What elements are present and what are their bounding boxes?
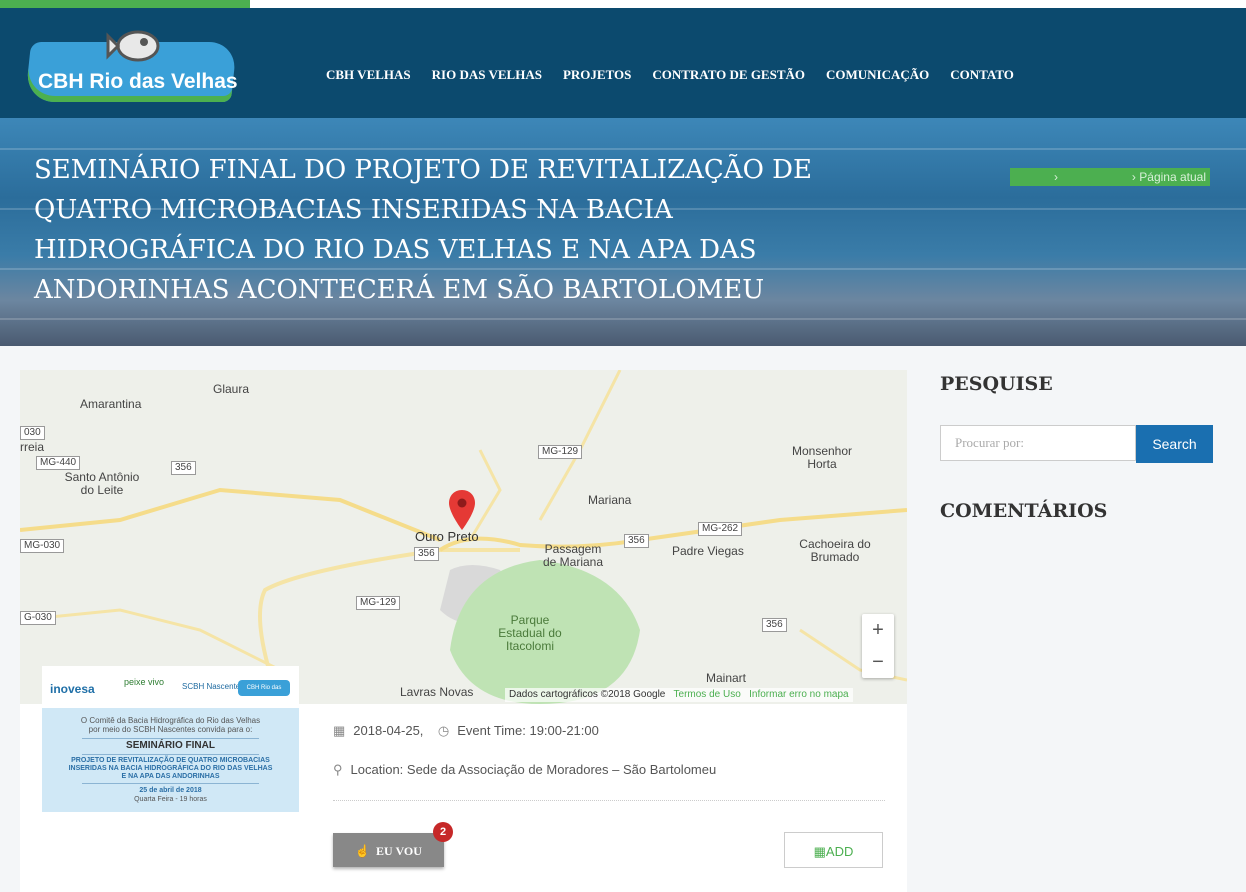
poster-divider <box>82 738 259 739</box>
event-date: 2018-04-25, <box>353 723 424 738</box>
event-map[interactable]: Glaura Amarantina Santo Antônio do Leite… <box>20 370 907 704</box>
attendee-count-badge: 2 <box>433 822 453 842</box>
nav-contato[interactable]: CONTATO <box>950 67 1014 83</box>
event-location-text: Location: Sede da Associação de Moradore… <box>350 762 717 777</box>
nav-contrato-de-gestao[interactable]: CONTRATO DE GESTÃO <box>652 67 805 83</box>
main-nav: CBH VELHAS RIO DAS VELHAS PROJETOS CONTR… <box>326 67 1035 83</box>
poster-headline: SEMINÁRIO FINAL <box>126 740 215 751</box>
road-label: MG-129 <box>356 596 401 610</box>
nav-cbh-velhas[interactable]: CBH VELHAS <box>326 67 411 83</box>
cbh-rio-das-velhas-logo: CBH Rio das Velhas <box>238 680 290 707</box>
poster-day: Quarta Feira - 19 horas <box>134 796 207 803</box>
event-divider <box>333 800 885 801</box>
inovesa-logo: inovesa <box>50 682 95 696</box>
breadcrumb: › › Página atual <box>1010 168 1210 186</box>
poster-intro: por meio do SCBH Nascentes convida para … <box>88 725 253 734</box>
map-place-label: Padre Viegas <box>672 544 744 558</box>
page-banner: SEMINÁRIO FINAL DO PROJETO DE REVITALIZA… <box>0 118 1246 346</box>
map-place-label: Parque Estadual do Itacolomi <box>498 613 562 653</box>
water-ripple <box>0 318 1246 320</box>
map-report-link[interactable]: Informar erro no mapa <box>749 689 849 700</box>
map-pin-icon[interactable] <box>449 490 475 530</box>
peixe-vivo-logo: peixe vivo <box>124 677 165 687</box>
poster-intro: O Comitê da Bacia Hidrográfica do Rio da… <box>80 716 261 725</box>
nav-projetos[interactable]: PROJETOS <box>563 67 631 83</box>
event-location: ⚲ Location: Sede da Associação de Morador… <box>333 762 716 778</box>
map-zoom-controls: + − <box>862 614 894 678</box>
road-label: MG-262 <box>698 522 743 536</box>
eu-vou-label: EU VOU <box>376 844 422 858</box>
map-terms-link[interactable]: Termos de Uso <box>674 689 741 700</box>
event-datetime: ▦ 2018-04-25, ◷ Event Time: 19:00-21:00 <box>333 723 599 739</box>
map-place-label: Passagem de Mariana <box>542 542 604 569</box>
poster-date: 25 de abril de 2018 <box>139 787 202 794</box>
map-place-label: Santo Antônio do Leite <box>64 470 140 497</box>
search-heading: PESQUISE <box>940 373 1053 395</box>
poster-project: E NA APA DAS ANDORINHAS <box>121 773 220 780</box>
top-accent-bar <box>0 0 250 8</box>
zoom-out-button[interactable]: − <box>862 646 894 678</box>
map-attribution-text: Dados cartográficos ©2018 Google <box>509 689 666 700</box>
map-attribution: Dados cartográficos ©2018 Google Termos … <box>505 688 853 702</box>
map-place-label: Mariana <box>588 493 632 507</box>
logo-text: CBH Rio das Velhas <box>38 70 238 93</box>
zoom-in-button[interactable]: + <box>862 614 894 646</box>
breadcrumb-current-label: Página atual <box>1139 170 1206 184</box>
road-label: MG-440 <box>36 456 81 470</box>
poster-divider <box>82 783 259 784</box>
road-label: 356 <box>171 461 196 475</box>
map-place-label: Cachoeira do Brumado <box>799 537 871 564</box>
event-time: Event Time: 19:00-21:00 <box>457 723 599 738</box>
add-label: ADD <box>825 844 854 859</box>
calendar-icon: ▦ <box>333 723 346 738</box>
road-label: 356 <box>414 547 439 561</box>
fish-logo-icon <box>106 30 160 62</box>
map-place-label: Amarantina <box>80 397 142 411</box>
map-place-label: rreia <box>20 440 45 454</box>
road-label: MG-129 <box>538 445 583 459</box>
event-poster[interactable]: inovesa peixe vivo SCBH Nascentes CBH Ri… <box>42 666 299 812</box>
breadcrumb-current: › Página atual <box>1131 170 1206 184</box>
comments-heading: COMENTÁRIOS <box>940 500 1108 522</box>
thumbs-up-icon: ☝ <box>355 844 371 858</box>
map-marker-icon: ⚲ <box>333 762 343 777</box>
site-header: CBH Rio das Velhas CBH VELHAS RIO DAS VE… <box>0 8 1246 118</box>
map-place-label: Lavras Novas <box>400 685 474 699</box>
road-label: 356 <box>624 534 649 548</box>
add-to-calendar-button[interactable]: ▦ADD <box>784 832 883 868</box>
nav-comunicacao[interactable]: COMUNICAÇÃO <box>826 67 929 83</box>
search-button[interactable]: Search <box>1136 425 1213 463</box>
poster-project: PROJETO DE REVITALIZAÇÃO DE QUATRO MICRO… <box>71 757 270 764</box>
road-label: MG-030 <box>20 539 65 553</box>
map-place-label: Ouro Preto <box>415 529 479 544</box>
road-label: 356 <box>762 618 787 632</box>
map-place-label: Glaura <box>213 382 250 396</box>
road-label: G-030 <box>20 611 56 625</box>
top-strip <box>0 0 1246 8</box>
scbh-nascentes-logo: SCBH Nascentes <box>182 682 245 691</box>
site-logo[interactable]: CBH Rio das Velhas <box>24 26 238 106</box>
search-input[interactable] <box>940 425 1136 461</box>
poster-project: INSERIDAS NA BACIA HIDROGRÁFICA DO RIO D… <box>68 765 273 772</box>
calendar-icon: ▦ <box>813 844 826 859</box>
nav-rio-das-velhas[interactable]: RIO DAS VELHAS <box>432 67 542 83</box>
eu-vou-button[interactable]: ☝ EU VOU <box>333 833 444 867</box>
breadcrumb-separator-icon: › <box>1054 170 1058 184</box>
map-place-label: Monsenhor Horta <box>791 444 853 471</box>
map-place-label: Mainart <box>706 671 747 685</box>
page-title: SEMINÁRIO FINAL DO PROJETO DE REVITALIZA… <box>34 155 812 305</box>
road-label: 030 <box>20 426 45 440</box>
clock-icon: ◷ <box>437 723 450 738</box>
poster-divider <box>82 754 259 755</box>
